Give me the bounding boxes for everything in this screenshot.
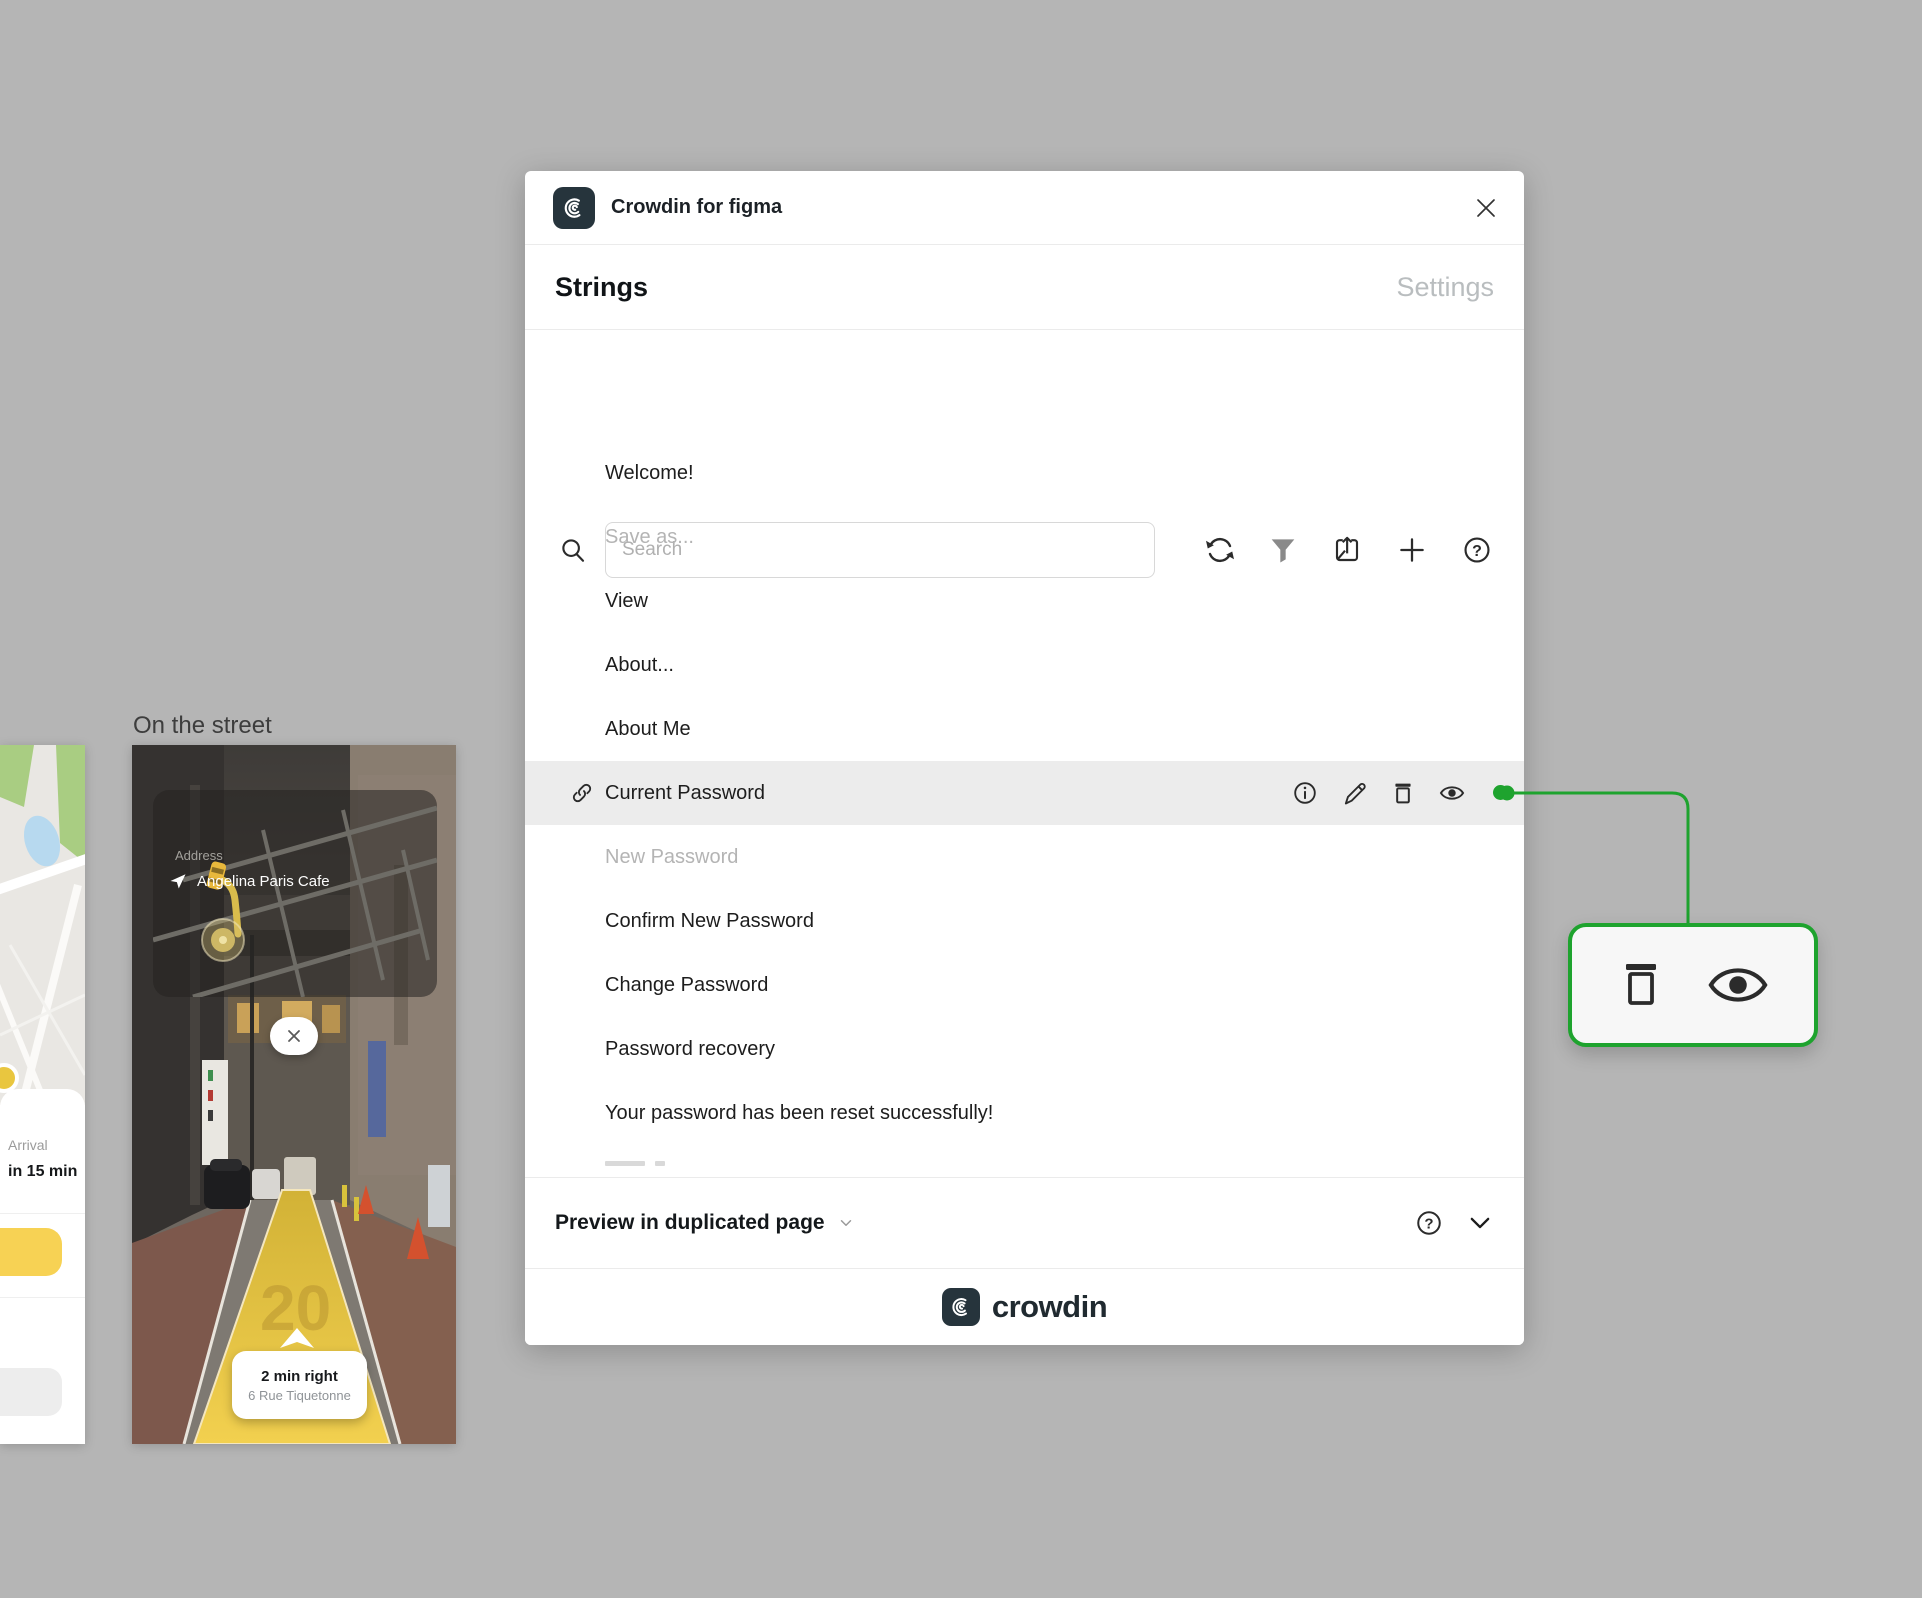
direction-card: 2 min right 6 Rue Tiquetonne [232,1351,367,1419]
car [204,1165,250,1209]
connector-dot [1493,785,1508,800]
string-row[interactable]: Your password has been reset successfull… [525,1081,1524,1145]
string-label: Confirm New Password [605,909,814,932]
string-label: About Me [605,717,691,740]
close-icon [288,1030,300,1042]
string-row[interactable]: About... [525,633,1524,697]
clipped-string-row [605,1161,665,1167]
string-row[interactable]: Confirm New Password [525,889,1524,953]
address-label: Address [175,848,223,863]
svg-text:?: ? [1424,1216,1433,1233]
collapse-chevron-icon[interactable] [1466,1209,1494,1237]
toolbar: ? [525,331,1524,578]
string-actions-callout [1568,923,1818,1047]
string-label: Change Password [605,973,769,996]
dialog-title: Crowdin for figma [611,196,783,218]
address-map-card: Address Angelina Paris Cafe [153,790,437,997]
divider [0,1213,85,1214]
preview-mode-label: Preview in duplicated page [555,1211,825,1234]
string-label: Password recovery [605,1037,776,1060]
string-label: View [605,589,648,612]
divider [0,1297,85,1298]
string-row[interactable]: Save as... [525,505,1524,569]
tab-bar: Strings Settings [525,246,1524,330]
connector-line [1499,785,1690,923]
arrival-screen-mockup: Arrival in 15 min [0,745,85,1444]
close-navigation-button[interactable] [270,1017,318,1055]
arrival-primary-button[interactable] [0,1228,62,1276]
edit-pencil-icon[interactable] [1340,779,1368,807]
direction-text: 2 min right [261,1367,338,1385]
artboard-label: On the street [133,712,272,739]
mini-route-map [153,805,437,997]
address-value: Angelina Paris Cafe [197,872,330,890]
string-row[interactable]: Password recovery [525,1017,1524,1081]
string-label: Current Password [605,781,766,804]
string-label: About... [605,653,674,676]
dialog-footer: crowdin [525,1268,1524,1345]
crowdin-logo [553,186,595,229]
string-row-selected[interactable]: Current Password [525,761,1524,825]
string-row[interactable]: View [525,569,1524,633]
arrival-time: in 15 min [8,1163,78,1180]
street-address: 6 Rue Tiquetonne [248,1387,351,1403]
street-screen-mockup: 20 Address Angelina Paris Cafe 2 min rig… [132,745,456,1444]
arrival-label: Arrival [8,1137,48,1153]
close-icon [1477,199,1495,217]
tab-strings[interactable]: Strings [555,272,648,303]
tab-settings[interactable]: Settings [1396,272,1494,303]
crowdin-plugin-dialog: Crowdin for figma Strings Settings Searc… [525,171,1524,1345]
link-icon [572,783,592,803]
chevron-down-icon[interactable] [837,1214,855,1232]
mini-map [0,745,85,1107]
string-row[interactable]: About Me [525,697,1524,761]
navigation-arrow-icon [170,874,186,889]
string-label: Your password has been reset successfull… [605,1101,994,1124]
mini-map-marker [0,1063,19,1093]
string-row[interactable]: Change Password [525,953,1524,1017]
string-row[interactable]: Welcome! [525,441,1524,505]
visibility-eye-icon[interactable] [1707,963,1769,1007]
string-list: Welcome! Save as... View About... About … [525,441,1524,1145]
string-row[interactable]: New Password [525,825,1524,889]
string-label: New Password [605,845,739,868]
string-label: Save as... [605,525,694,548]
info-icon[interactable] [1291,779,1319,807]
crowdin-logo [941,1288,980,1326]
crowdin-wordmark: crowdin [991,1289,1108,1324]
arrival-secondary-button[interactable] [0,1368,62,1416]
dialog-header: Crowdin for figma [525,171,1524,245]
delete-trash-icon[interactable] [1389,779,1417,807]
delete-trash-icon[interactable] [1617,959,1665,1011]
help-icon[interactable]: ? [1414,1208,1444,1238]
preview-bar[interactable]: Preview in duplicated page ? [525,1177,1524,1268]
close-dialog-button[interactable] [1472,194,1500,222]
visibility-eye-icon[interactable] [1438,779,1466,807]
string-label: Welcome! [605,461,694,484]
